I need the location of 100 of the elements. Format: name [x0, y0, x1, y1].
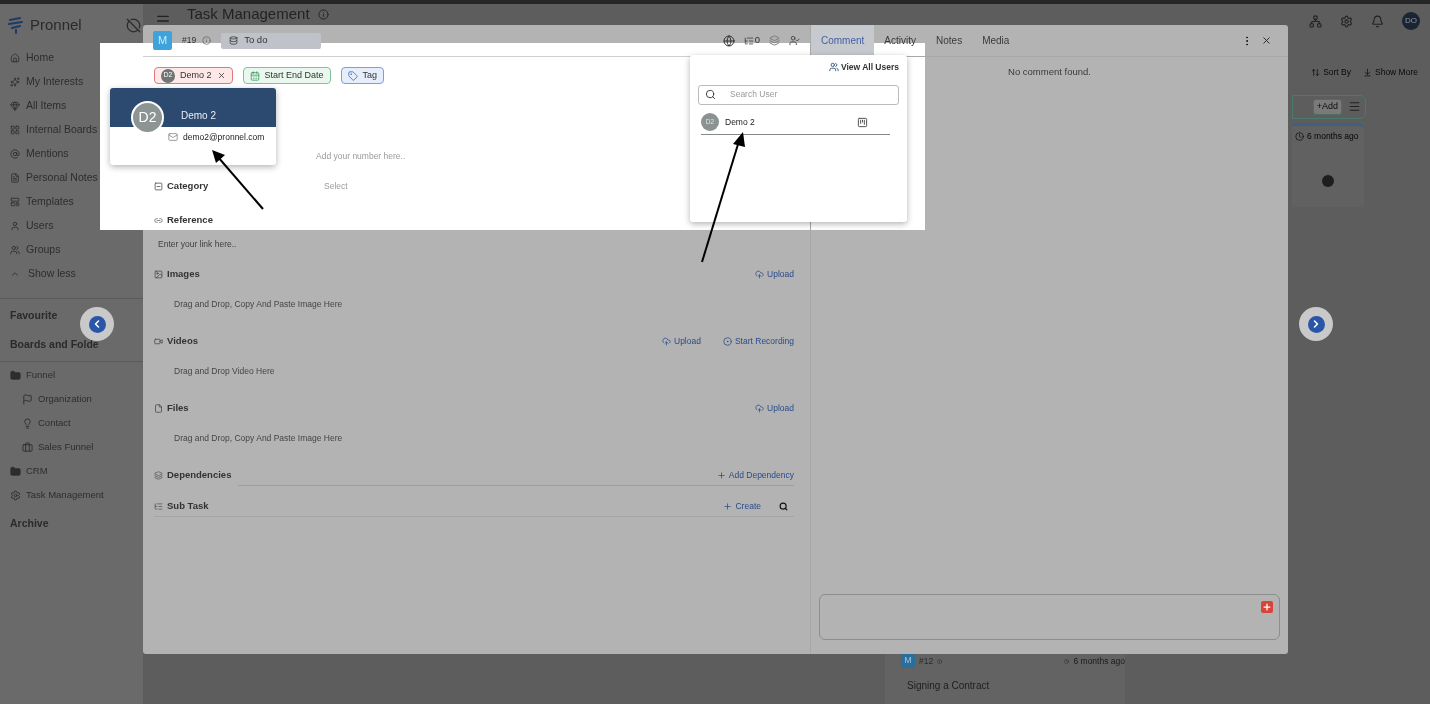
briefcase-icon: [22, 442, 33, 453]
gem-icon: [10, 101, 20, 111]
clock-icon: [1064, 656, 1070, 666]
clock-icon: [1295, 131, 1304, 141]
layers-icon[interactable]: [769, 35, 780, 46]
sidebar-item[interactable]: Users: [26, 218, 54, 234]
users-icon: [828, 62, 839, 73]
file-icon: [154, 403, 163, 413]
date-chip[interactable]: Start End Date: [242, 67, 331, 84]
cloud-upload-icon: [662, 336, 671, 346]
sort-icon: [1311, 67, 1321, 77]
tree-item[interactable]: Organization: [38, 392, 92, 407]
image-icon: [154, 269, 163, 279]
subtask-count: 0: [754, 33, 760, 48]
circle-slash-icon[interactable]: [126, 17, 141, 33]
sidebar-item[interactable]: Mentions: [26, 146, 69, 162]
bell-icon[interactable]: [1371, 14, 1384, 28]
drop-zone-hint: Drag and Drop Video Here: [174, 364, 275, 378]
section-label: Images: [167, 266, 200, 281]
search-field[interactable]: Search User: [698, 84, 899, 105]
sidebar-item[interactable]: Templates: [26, 194, 74, 210]
add-button[interactable]: [1261, 601, 1273, 613]
number-field[interactable]: Add your number here..: [316, 149, 406, 163]
record-button[interactable]: Start Recording: [722, 334, 794, 348]
category-select[interactable]: Select: [324, 179, 348, 193]
tab[interactable]: Comment: [811, 25, 875, 56]
user-email: demo2@pronnel.com: [183, 131, 265, 144]
users-icon: [10, 245, 20, 255]
toolbar-link[interactable]: Sort By: [1323, 66, 1351, 79]
time-text: 6 months ago: [1307, 129, 1359, 143]
sidebar-item[interactable]: All Items: [26, 98, 67, 114]
search-icon[interactable]: [779, 501, 788, 511]
show-less-toggle[interactable]: Show less: [28, 266, 76, 282]
section-label: Dependencies: [167, 467, 232, 482]
page-title: Task Management: [187, 3, 310, 24]
tree-item[interactable]: Funnel: [26, 368, 56, 383]
globe-icon[interactable]: [722, 34, 735, 47]
drop-zone-hint: Drag and Drop, Copy And Paste Image Here: [174, 297, 343, 311]
tag-chip[interactable]: Tag: [340, 67, 385, 84]
avatar: [1322, 174, 1334, 187]
sidebar-item[interactable]: Home: [26, 50, 54, 66]
upload-button[interactable]: Upload: [662, 334, 701, 348]
upload-button[interactable]: Upload: [755, 401, 794, 415]
flag-icon: [22, 394, 33, 405]
info-icon: [317, 8, 329, 20]
section-label: Videos: [167, 333, 198, 348]
next-button[interactable]: [1299, 307, 1333, 341]
record-icon: [722, 336, 732, 346]
section-label: Files: [167, 400, 189, 415]
create-button[interactable]: Create: [723, 499, 761, 513]
info-icon: [937, 656, 943, 666]
add-dependency-button[interactable]: Add Dependency: [716, 468, 794, 482]
comment-field[interactable]: [819, 594, 1280, 640]
section-heading: Boards and Folde: [9, 336, 100, 352]
chevron-up-icon: [10, 269, 20, 279]
task-avatar: M: [901, 654, 915, 668]
info-icon: [202, 36, 212, 45]
view-all-users-link[interactable]: View All Users: [840, 61, 899, 74]
download-icon: [1363, 67, 1372, 77]
home-icon: [10, 53, 20, 63]
empty-message: No comment found.: [1008, 65, 1091, 79]
toolbar-link[interactable]: Show More: [1375, 66, 1418, 79]
section-label: Sub Task: [167, 498, 209, 513]
field-label: Reference: [167, 212, 213, 227]
time-text: 6 months ago: [1073, 654, 1125, 668]
template-icon: [10, 197, 20, 207]
settings-icon[interactable]: [1340, 14, 1353, 28]
user-name: Demo 2: [181, 109, 216, 123]
lightbulb-icon: [22, 418, 33, 429]
sidebar-item[interactable]: My Interests: [26, 74, 84, 90]
field-label: Category: [167, 178, 210, 193]
add-button[interactable]: +Add: [1312, 99, 1342, 115]
close-icon[interactable]: [216, 71, 226, 80]
tab[interactable]: Notes: [926, 25, 973, 56]
menu-icon[interactable]: [1348, 100, 1361, 114]
close-icon[interactable]: [1261, 35, 1272, 46]
board-icon: [857, 116, 868, 128]
assign-user-icon[interactable]: [789, 35, 800, 46]
link-field[interactable]: Enter your link here..: [158, 237, 237, 251]
sparkle-icon: [10, 77, 20, 87]
link-icon: [154, 215, 163, 225]
upload-button[interactable]: Upload: [755, 267, 794, 281]
subtask-icon[interactable]: [743, 35, 754, 46]
mail-icon: [168, 132, 178, 143]
tab[interactable]: Media: [972, 25, 1020, 56]
plus-icon: [716, 470, 726, 480]
category-icon: [154, 181, 163, 191]
task-title: Signing a Contract: [907, 679, 991, 693]
document-icon: [10, 173, 20, 183]
user-icon: [10, 221, 20, 231]
cloud-upload-icon: [755, 269, 765, 279]
task-number: #19: [182, 34, 197, 47]
sidebar-item[interactable]: Groups: [26, 242, 61, 258]
logo-icon: [8, 16, 24, 34]
search-icon: [705, 89, 716, 101]
at-sign-icon: [10, 149, 20, 159]
sidebar-item[interactable]: Internal Boards: [26, 122, 98, 138]
tag-icon: [347, 70, 358, 81]
grid-icon: [10, 125, 20, 135]
sidebar-item[interactable]: Personal Notes: [26, 170, 98, 186]
